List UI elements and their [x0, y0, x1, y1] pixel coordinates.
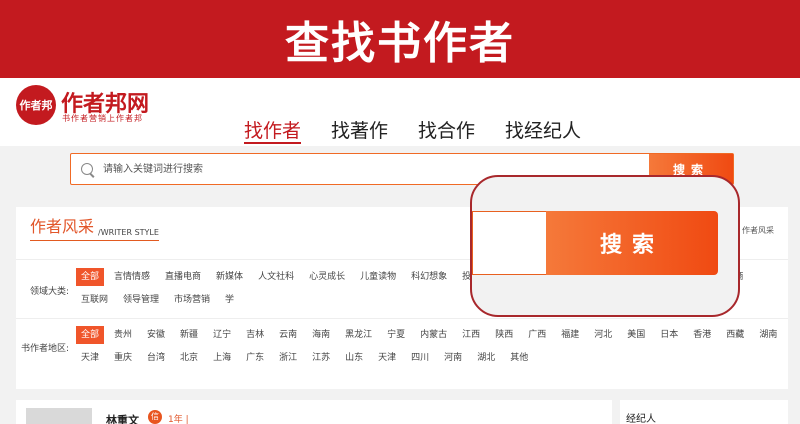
region-tag[interactable]: 山东 — [340, 349, 368, 367]
agent-sidebar-title: 经纪人 — [626, 414, 656, 424]
author-photo[interactable] — [26, 408, 92, 424]
verified-badge-icon: 信 — [148, 410, 162, 424]
region-tag[interactable]: 美国 — [622, 326, 650, 344]
region-tag[interactable]: 四川 — [406, 349, 434, 367]
zoom-callout: 搜索 — [470, 175, 740, 317]
region-filter-label: 书作者地区: — [21, 344, 70, 354]
zoomed-search-button: 搜索 — [546, 211, 718, 275]
domain-tag[interactable]: 全部 — [76, 268, 105, 286]
region-tag[interactable]: 云南 — [274, 326, 302, 344]
logo-badge[interactable]: 作者邦 — [16, 85, 56, 125]
divider — [16, 318, 788, 319]
nav-find-cooperation[interactable]: 找合作 — [418, 116, 475, 144]
region-tag[interactable]: 台湾 — [142, 349, 170, 367]
region-tag[interactable]: 辽宁 — [208, 326, 236, 344]
domain-tag[interactable]: 互联网 — [76, 291, 113, 309]
region-tag[interactable]: 吉林 — [241, 326, 269, 344]
banner-title: 查找书作者 — [285, 18, 515, 69]
region-tag[interactable]: 黑龙江 — [340, 326, 377, 344]
region-tag[interactable]: 河南 — [439, 349, 467, 367]
search-icon — [81, 163, 93, 175]
region-tag[interactable]: 西藏 — [721, 326, 749, 344]
panel-header: 作者风采 /WRITER STYLE — [30, 217, 159, 241]
region-tag[interactable]: 海南 — [307, 326, 335, 344]
domain-tag[interactable]: 领导管理 — [118, 291, 164, 309]
region-tag[interactable]: 福建 — [556, 326, 584, 344]
nav-find-works[interactable]: 找著作 — [331, 116, 388, 144]
region-tag[interactable]: 湖北 — [472, 349, 500, 367]
region-tag[interactable]: 香港 — [688, 326, 716, 344]
region-tag[interactable]: 湖南 — [754, 326, 782, 344]
region-tag[interactable]: 广西 — [523, 326, 551, 344]
logo-slogan: 书作者营销上作者邦 — [62, 114, 143, 123]
region-tag[interactable]: 贵州 — [109, 326, 137, 344]
domain-tag[interactable]: 学 — [220, 291, 239, 309]
domain-tag[interactable]: 新媒体 — [211, 268, 248, 286]
top-banner: 查找书作者 — [0, 0, 800, 78]
domain-tag[interactable]: 科幻想象 — [406, 268, 452, 286]
domain-tag[interactable]: 言情情感 — [109, 268, 155, 286]
region-tag[interactable]: 天津 — [373, 349, 401, 367]
author-name[interactable]: 林重文 — [106, 412, 139, 424]
header: 作者邦 作者邦网 书作者营销上作者邦 找作者 找著作 找合作 找经纪人 — [0, 78, 800, 146]
region-tag[interactable]: 新疆 — [175, 326, 203, 344]
region-tag[interactable]: 广东 — [241, 349, 269, 367]
region-tag[interactable]: 上海 — [208, 349, 236, 367]
nav-find-agent[interactable]: 找经纪人 — [505, 116, 581, 144]
region-tag[interactable]: 安徽 — [142, 326, 170, 344]
domain-tag[interactable]: 人文社科 — [253, 268, 299, 286]
region-tag[interactable]: 重庆 — [109, 349, 137, 367]
panel-subtitle: /WRITER STYLE — [98, 228, 159, 237]
domain-filter-label: 领域大类: — [30, 287, 70, 297]
region-tag[interactable]: 陕西 — [490, 326, 518, 344]
zoomed-search-input — [472, 211, 546, 275]
region-tag[interactable]: 内蒙古 — [415, 326, 452, 344]
region-tag[interactable]: 江西 — [457, 326, 485, 344]
region-tag[interactable]: 宁夏 — [382, 326, 410, 344]
domain-tag[interactable]: 市场营销 — [169, 291, 215, 309]
region-tag[interactable]: 浙江 — [274, 349, 302, 367]
author-years: 1年 | — [168, 415, 189, 424]
region-tag[interactable]: 天津 — [76, 349, 104, 367]
region-tag[interactable]: 日本 — [655, 326, 683, 344]
agent-sidebar: 经纪人 — [620, 400, 788, 424]
domain-tag[interactable]: 儿童读物 — [355, 268, 401, 286]
region-tag[interactable]: 江苏 — [307, 349, 335, 367]
region-tag[interactable]: 其他 — [505, 349, 533, 367]
region-tag-list: 全部 贵州 安徽 新疆 辽宁 吉林 云南 海南 黑龙江 宁夏 内蒙古 江西 陕西 广西 福建 河北 美国 日本 香港… — [76, 326, 788, 372]
domain-tag[interactable]: 心灵成长 — [304, 268, 350, 286]
domain-tag[interactable]: 直播电商 — [160, 268, 206, 286]
region-tag[interactable]: 全部 — [76, 326, 105, 344]
main-nav: 找作者 找著作 找合作 找经纪人 — [244, 116, 581, 144]
panel-title: 作者风采 — [30, 217, 95, 236]
nav-find-author[interactable]: 找作者 — [244, 116, 302, 144]
region-tag[interactable]: 北京 — [175, 349, 203, 367]
region-tag[interactable]: 河北 — [589, 326, 617, 344]
author-card[interactable]: 林重文 信 1年 | — [16, 400, 612, 424]
